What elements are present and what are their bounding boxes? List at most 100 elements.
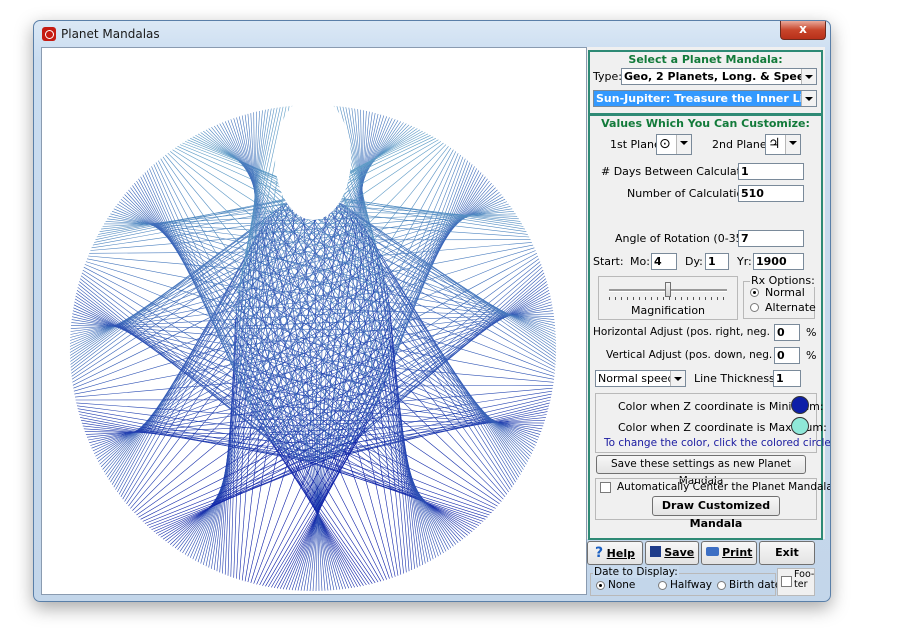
mandala-line: [86, 258, 239, 289]
mandala-line: [390, 250, 536, 312]
slider-thumb[interactable]: [665, 282, 671, 297]
type-label: Type:: [593, 70, 622, 83]
mandala-line: [247, 448, 280, 583]
date-halfway-radio[interactable]: [658, 581, 667, 590]
window-title: Planet Mandalas: [61, 27, 160, 41]
mandala-line: [74, 381, 242, 398]
mandala-line: [388, 151, 457, 295]
z-max-color-circle[interactable]: [791, 417, 809, 435]
draw-mandala-button[interactable]: Draw Customized Mandala: [652, 496, 780, 530]
rx-alternate-radio[interactable]: [750, 303, 759, 312]
day-input[interactable]: 1: [705, 253, 729, 270]
rx-normal-label: Normal: [765, 286, 805, 299]
print-button[interactable]: Print: [701, 541, 757, 565]
z-color-group: Color when Z coordinate is Minimum: Colo…: [595, 393, 830, 453]
auto-center-label: Automatically Center the Planet Mandala: [617, 481, 831, 493]
mo-label: Mo:: [630, 255, 650, 268]
planet2-dropdown[interactable]: ♃: [765, 134, 801, 155]
print-label: Print: [722, 546, 753, 559]
type-dropdown[interactable]: Geo, 2 Planets, Long. & Speed: [621, 68, 817, 85]
month-input[interactable]: 4: [651, 253, 677, 270]
days-input[interactable]: 1: [738, 163, 804, 180]
mandala-line: [353, 441, 496, 509]
draw-group: Automatically Center the Planet Mandala …: [595, 478, 830, 530]
app-icon: [42, 27, 56, 41]
printer-icon: [705, 547, 719, 556]
chevron-down-icon: [785, 135, 800, 154]
exit-button[interactable]: Exit: [759, 541, 815, 565]
mandala-line: [146, 170, 250, 405]
date-display-label: Date to Display:: [593, 566, 679, 578]
mandala-line: [378, 242, 532, 256]
angle-label: Angle of Rotation (0-359):: [615, 232, 758, 245]
footer-label: Foo- ter: [794, 569, 815, 590]
mandala-line: [344, 449, 390, 579]
line-thickness-input[interactable]: 1: [773, 370, 801, 387]
select-header: Select a Planet Mandala:: [628, 53, 783, 66]
slider-ticks: [609, 297, 727, 300]
magnification-label: Magnification: [630, 304, 706, 317]
bottom-toolbar: ? Help Save Print Exit Date to Display: …: [587, 541, 825, 597]
date-none-radio[interactable]: [596, 581, 605, 590]
auto-center-checkbox[interactable]: [600, 482, 611, 493]
num-calc-input[interactable]: 510: [738, 185, 804, 202]
date-birth-label: Birth date: [729, 579, 782, 591]
date-display-group: Date to Display: None Halfway Birth date: [590, 566, 781, 596]
mandala-drawing: [69, 96, 557, 592]
planet1-dropdown[interactable]: ⊙: [656, 134, 692, 155]
dy-label: Dy:: [685, 255, 703, 268]
sun-icon: ⊙: [659, 136, 671, 152]
footer-checkbox[interactable]: [781, 576, 792, 587]
type-value: Geo, 2 Planets, Long. & Speed: [624, 70, 813, 83]
mandala-value: Sun-Jupiter: Treasure the Inner Light: [596, 92, 817, 105]
select-mandala-section: Select a Planet Mandala: Type: Geo, 2 Pl…: [588, 50, 823, 115]
chevron-down-icon: [676, 135, 691, 154]
chevron-down-icon: [670, 371, 685, 386]
rx-alternate-label: Alternate: [765, 301, 816, 314]
yr-label: Yr:: [737, 255, 752, 268]
mandala-line: [275, 445, 482, 524]
jupiter-icon: ♃: [768, 136, 781, 152]
mandala-line: [376, 250, 516, 483]
h-adjust-input[interactable]: 0: [774, 324, 800, 341]
settings-panel: Select a Planet Mandala: Type: Geo, 2 Pl…: [587, 47, 830, 540]
floppy-disk-icon: [649, 546, 661, 557]
mandala-line: [244, 391, 361, 587]
line-thickness-label: Line Thickness:: [694, 372, 779, 385]
speed-value: Normal speed: [598, 372, 675, 385]
date-birth-radio[interactable]: [717, 581, 726, 590]
customize-section: Values Which You Can Customize: 1st Plan…: [588, 114, 830, 540]
color-hint: To change the color, click the colored c…: [604, 437, 831, 449]
chevron-down-icon: [801, 69, 816, 84]
mandala-dropdown[interactable]: Sun-Jupiter: Treasure the Inner Light: [593, 90, 817, 107]
rx-normal-radio[interactable]: [750, 288, 759, 297]
start-label: Start:: [593, 255, 624, 268]
speed-dropdown[interactable]: Normal speed: [595, 370, 686, 387]
magnification-slider[interactable]: Magnification: [598, 276, 738, 320]
close-button[interactable]: x: [780, 21, 826, 40]
help-button[interactable]: ? Help: [587, 541, 643, 565]
mandala-line: [390, 328, 555, 377]
save-button[interactable]: Save: [645, 541, 699, 565]
mandala-line: [160, 158, 239, 291]
date-none-label: None: [608, 579, 636, 591]
angle-input[interactable]: 7: [738, 230, 804, 247]
z-min-color-circle[interactable]: [791, 396, 809, 414]
mandala-line: [377, 252, 556, 365]
mandala-canvas: [41, 47, 587, 595]
mandala-line: [262, 455, 336, 586]
rx-options-group: Rx Options: Normal Alternate: [743, 274, 816, 319]
mandala-center-void: [275, 96, 351, 220]
save-settings-button[interactable]: Save these settings as new Planet Mandal…: [596, 455, 806, 487]
help-label: Help: [606, 547, 635, 560]
v-adjust-unit: %: [806, 349, 817, 362]
help-icon: ?: [595, 545, 604, 561]
planet-mandalas-window: Planet Mandalas x Select a Planet Mandal…: [33, 20, 831, 602]
v-adjust-input[interactable]: 0: [774, 347, 800, 364]
footer-toggle[interactable]: Foo- ter: [777, 568, 815, 596]
mandala-line: [75, 295, 318, 462]
v-adjust-label: Vertical Adjust (pos. down, neg. up): [606, 349, 794, 361]
customize-header: Values Which You Can Customize:: [601, 117, 810, 130]
year-input[interactable]: 1900: [753, 253, 804, 270]
h-adjust-label: Horizontal Adjust (pos. right, neg. left…: [593, 326, 795, 338]
